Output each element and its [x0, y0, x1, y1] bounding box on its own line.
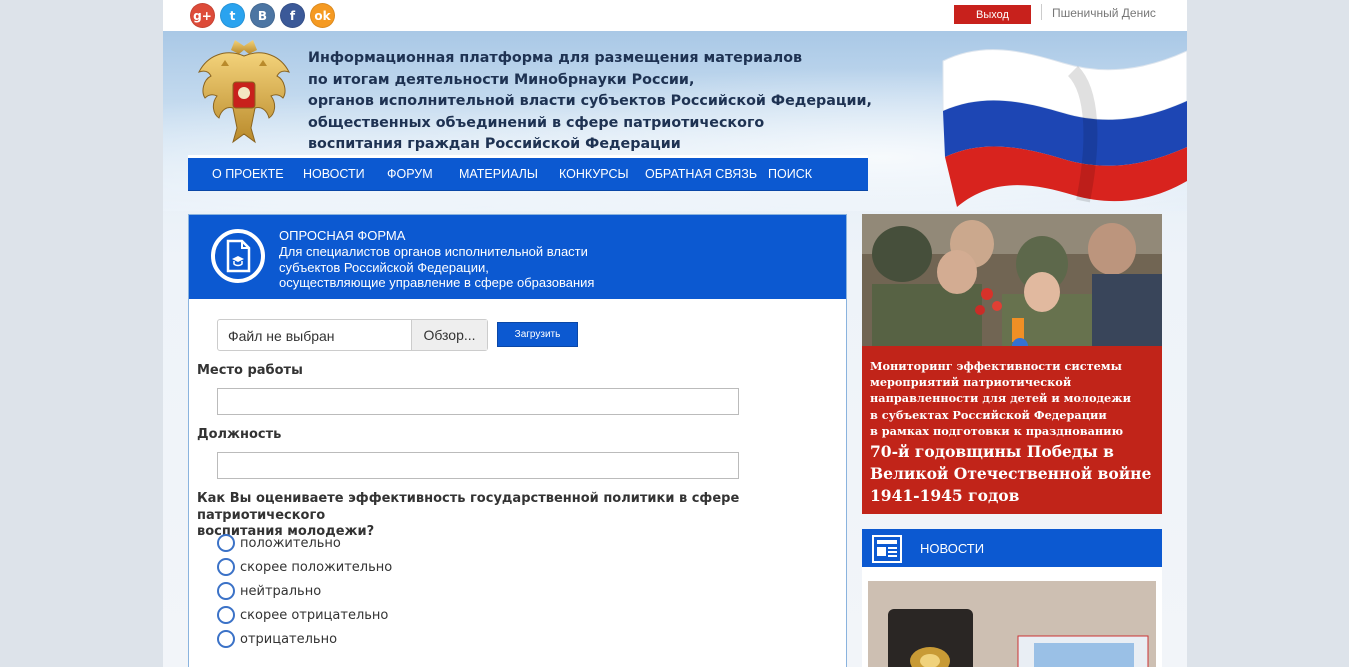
banner-caption: Мониторинг эффективности системы меропри… — [870, 359, 1131, 438]
browse-button[interactable]: Обзор... — [411, 320, 487, 350]
survey-form-panel: ОПРОСНАЯ ФОРМА Для специалистов органов … — [188, 214, 847, 667]
nav-item-about[interactable]: О ПРОЕКТЕ — [212, 167, 284, 181]
nav-item-news[interactable]: НОВОСТИ — [303, 167, 365, 181]
position-label: Должность — [197, 427, 282, 442]
form-title: ОПРОСНАЯ ФОРМА — [279, 228, 406, 243]
coat-of-arms-icon — [198, 40, 290, 144]
file-input[interactable]: Файл не выбран Обзор... — [217, 319, 488, 351]
workplace-field[interactable] — [217, 388, 739, 415]
divider — [1041, 4, 1042, 20]
file-input-status: Файл не выбран — [228, 328, 335, 344]
news-widget-header[interactable]: НОВОСТИ — [862, 529, 1162, 567]
form-subtitle: Для специалистов органов исполнительной … — [279, 244, 595, 290]
radio-button[interactable] — [217, 630, 235, 648]
radio-option-positive[interactable]: положительно — [217, 533, 341, 553]
twitter-icon[interactable]: t — [220, 3, 245, 28]
radio-option-negative[interactable]: отрицательно — [217, 629, 337, 649]
radio-option-rather-negative[interactable]: скорее отрицательно — [217, 605, 388, 625]
radio-option-rather-positive[interactable]: скорее положительно — [217, 557, 392, 577]
document-icon — [211, 229, 265, 283]
radio-label: скорее отрицательно — [240, 607, 389, 623]
page: g+ t B f ok Выход Пшеничный Денис Информ… — [163, 0, 1187, 667]
odnoklassniki-icon[interactable]: ok — [310, 3, 335, 28]
radio-button[interactable] — [217, 534, 235, 552]
nav-item-feedback[interactable]: ОБРАТНАЯ СВЯЗЬ — [645, 167, 757, 181]
workplace-label: Место работы — [197, 363, 303, 378]
site-title: Информационная платформа для размещения … — [308, 50, 872, 152]
nav-item-materials[interactable]: МАТЕРИАЛЫ — [459, 167, 538, 181]
facebook-icon[interactable]: f — [280, 3, 305, 28]
russian-flag-image — [942, 49, 1187, 207]
survey-form-header: ОПРОСНАЯ ФОРМА Для специалистов органов … — [189, 215, 846, 299]
google-plus-icon[interactable]: g+ — [190, 3, 215, 28]
position-field[interactable] — [217, 452, 739, 479]
news-photo — [868, 581, 1156, 667]
main-nav: О ПРОЕКТЕ НОВОСТИ ФОРУМ МАТЕРИАЛЫ КОНКУР… — [188, 155, 868, 190]
news-widget-title: НОВОСТИ — [920, 541, 985, 556]
news-card[interactable] — [862, 567, 1162, 667]
radio-label: скорее положительно — [240, 559, 393, 575]
radio-label: нейтрально — [240, 583, 322, 599]
banner-headline: 70-й годовщины Победы в Великой Отечеств… — [870, 442, 1152, 505]
logout-button[interactable]: Выход — [954, 5, 1031, 24]
veterans-photo — [862, 214, 1162, 346]
radio-label: отрицательно — [240, 631, 338, 647]
radio-button[interactable] — [217, 582, 235, 600]
radio-option-neutral[interactable]: нейтрально — [217, 581, 321, 601]
vk-icon[interactable]: B — [250, 3, 275, 28]
nav-item-forum[interactable]: ФОРУМ — [387, 167, 433, 181]
nav-item-search[interactable]: ПОИСК — [768, 167, 812, 181]
victory-monitoring-banner[interactable]: Мониторинг эффективности системы меропри… — [862, 214, 1162, 514]
upload-button[interactable]: Загрузить — [497, 322, 578, 347]
radio-label: положительно — [240, 535, 341, 551]
nav-item-contests[interactable]: КОНКУРСЫ — [559, 167, 629, 181]
radio-button[interactable] — [217, 558, 235, 576]
newspaper-icon — [872, 535, 902, 563]
radio-button[interactable] — [217, 606, 235, 624]
top-bar: g+ t B f ok Выход Пшеничный Денис — [163, 0, 1187, 31]
username-link[interactable]: Пшеничный Денис — [1052, 6, 1156, 20]
